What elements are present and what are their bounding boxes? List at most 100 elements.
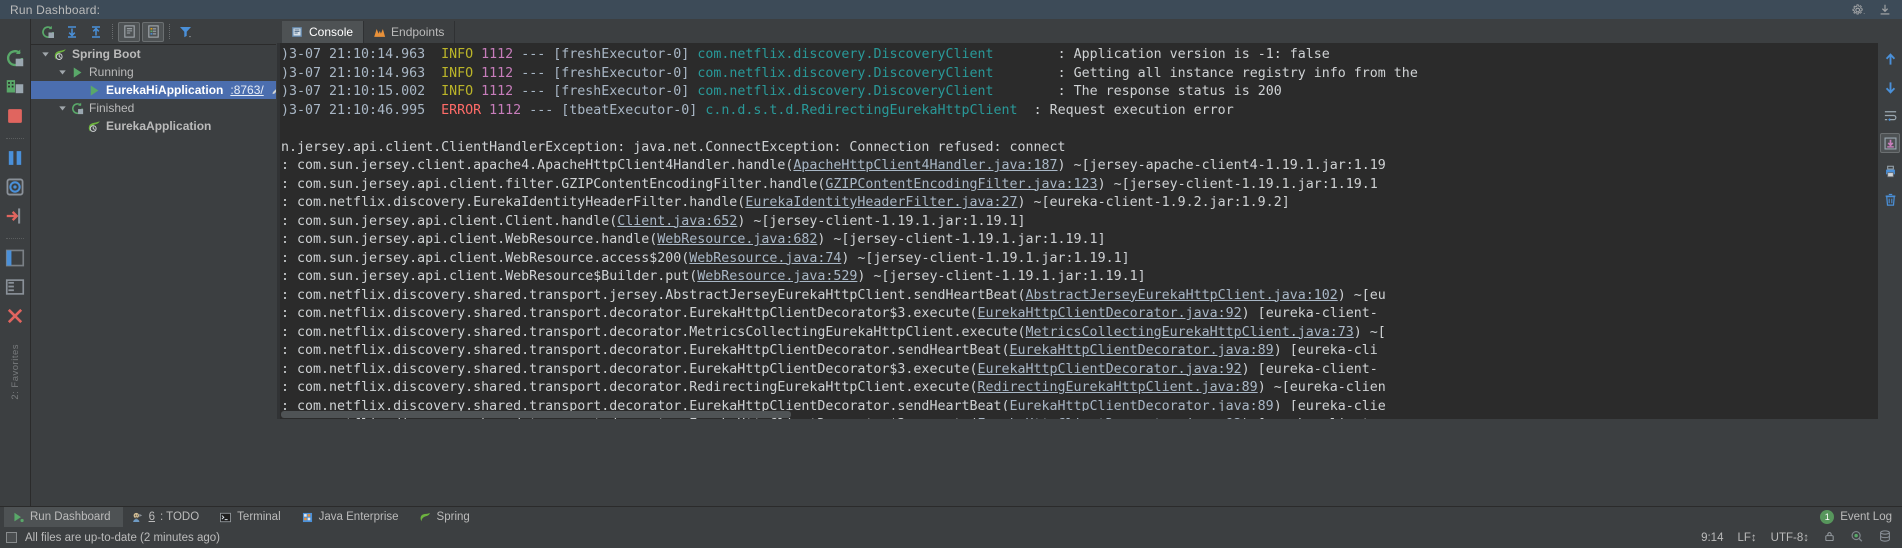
log-thread: [freshExecutor-0]	[553, 65, 698, 81]
tree-node-finished[interactable]: Finished	[31, 99, 276, 117]
tool-tab-label: Java Enterprise	[318, 511, 399, 523]
tool-tab-terminal[interactable]: Terminal	[211, 507, 292, 527]
collapse-all-icon[interactable]	[85, 22, 107, 42]
dump-threads-icon[interactable]	[4, 176, 26, 198]
print-icon[interactable]	[1880, 161, 1900, 181]
stack-trace-link[interactable]: MetricsCollectingEurekaHttpClient.java:7…	[1026, 325, 1354, 340]
stack-trace-line: : com.netflix.discovery.shared.transport…	[281, 361, 1877, 380]
scrollbar-thumb[interactable]	[281, 411, 791, 418]
build-icon[interactable]	[4, 76, 26, 98]
stop-icon[interactable]	[4, 105, 26, 127]
filter-icon[interactable]	[175, 22, 197, 42]
spring-leaf-icon	[419, 511, 432, 524]
stack-trace-line: : com.netflix.discovery.shared.transport…	[281, 305, 1877, 324]
chevron-down-icon[interactable]	[39, 45, 52, 63]
stack-trace-prefix: : com.netflix.discovery.shared.transport…	[281, 343, 1010, 358]
tree-node-spring-boot[interactable]: Spring Boot	[31, 45, 276, 63]
file-encoding[interactable]: UTF-8↕	[1771, 532, 1809, 544]
tree-node-eurekahiapplication[interactable]: EurekaHiApplication:8763/	[31, 81, 276, 99]
log-message: : Request execution error	[1033, 102, 1234, 118]
horizontal-scrollbar[interactable]	[281, 411, 1871, 418]
rerun-icon[interactable]	[4, 47, 26, 69]
run-dashboard-tree[interactable]: Spring Boot Running EurekaHiApplication:87…	[31, 44, 276, 419]
log-thread: [freshExecutor-0]	[553, 47, 698, 62]
stack-trace-suffix: ) ~[jersey-client-1.19.1.jar:1.19.1]	[841, 250, 1130, 266]
scroll-to-end-icon[interactable]	[1880, 133, 1900, 153]
close-icon[interactable]	[4, 305, 26, 327]
tool-tab-spring[interactable]: Spring	[411, 507, 482, 527]
stack-trace-link[interactable]: EurekaHttpClientDecorator.java:92	[977, 362, 1241, 377]
expand-all-icon[interactable]	[61, 22, 83, 42]
caret-position[interactable]: 9:14	[1701, 532, 1723, 544]
stack-trace-prefix: : com.sun.jersey.api.client.filter.GZIPC…	[281, 176, 826, 192]
chevron-down-icon[interactable]	[56, 63, 69, 81]
line-separator[interactable]: LF↕	[1737, 532, 1756, 544]
stack-trace-link[interactable]: RedirectingEurekaHttpClient.java:89	[977, 380, 1257, 395]
stack-trace-link[interactable]: AbstractJerseyEurekaHttpClient.java:102	[1026, 288, 1338, 303]
stack-trace-link[interactable]: EurekaHttpClientDecorator.java:92	[977, 306, 1241, 321]
stack-trace-link[interactable]: Client.java:652	[617, 214, 737, 229]
tree-node-label: Running	[89, 65, 134, 79]
tree-node-eurekaapplication[interactable]: EurekaApplication	[31, 117, 276, 135]
log-separator: ---	[513, 84, 554, 99]
log-message: : Application version is -1: false	[1057, 47, 1330, 62]
favorites-strip-label[interactable]: 2: Favorites	[10, 344, 21, 400]
pause-icon[interactable]	[4, 147, 26, 169]
chevron-down-icon[interactable]	[56, 99, 69, 117]
log-level: INFO	[441, 65, 474, 81]
console-icon	[290, 25, 304, 39]
stack-trace-prefix: : com.sun.jersey.api.client.WebResource$…	[281, 269, 698, 284]
status-toggle-icon[interactable]	[6, 532, 17, 543]
dashboard-toolbar	[31, 19, 276, 44]
lock-icon[interactable]	[1823, 530, 1836, 546]
tree-node-running[interactable]: Running	[31, 63, 276, 81]
database-icon[interactable]	[1878, 529, 1892, 546]
todo-icon	[131, 511, 144, 524]
log-message: : Getting all instance registry info fro…	[1057, 65, 1418, 81]
console-text[interactable]: )3-07 21:10:14.963 INFO 1112 --- [freshE…	[281, 46, 1877, 419]
show-console-icon[interactable]	[118, 21, 140, 42]
scroll-up-icon[interactable]	[1880, 49, 1900, 69]
hide-window-icon[interactable]	[1878, 3, 1892, 17]
console-gutter	[277, 43, 280, 419]
stack-trace-link[interactable]: WebResource.java:682	[657, 232, 817, 247]
stack-trace-link[interactable]: WebResource.java:529	[697, 269, 857, 284]
rerun-failed-icon[interactable]	[37, 22, 59, 42]
stack-trace-prefix: : com.netflix.discovery.shared.transport…	[281, 324, 1026, 340]
stack-trace-line: : com.sun.jersey.client.apache4.ApacheHt…	[281, 157, 1877, 176]
stack-trace-suffix: ) [eureka-client-	[1241, 361, 1378, 377]
exit-icon[interactable]	[4, 205, 26, 227]
show-configurations-icon[interactable]	[142, 21, 164, 42]
tool-tab-java-enterprise[interactable]: Java Enterprise	[293, 507, 411, 527]
console-output[interactable]: )3-07 21:10:14.963 INFO 1112 --- [freshE…	[277, 43, 1902, 419]
stack-trace-link[interactable]: GZIPContentEncodingFilter.java:123	[825, 177, 1097, 192]
event-log-area[interactable]: 1 Event Log	[1820, 510, 1902, 524]
terminal-icon	[219, 511, 232, 524]
log-line: )3-07 21:10:14.963 INFO 1112 --- [freshE…	[281, 46, 1877, 65]
java-enterprise-icon	[301, 511, 314, 524]
pencil-icon[interactable]	[270, 84, 276, 97]
stack-trace-link[interactable]: ApacheHttpClient4Handler.java:187	[793, 158, 1057, 173]
tab-console[interactable]: Console	[282, 21, 365, 43]
stack-trace-prefix: : com.sun.jersey.client.apache4.ApacheHt…	[281, 158, 794, 173]
stack-trace-link[interactable]: EurekaHttpClientDecorator.java:89	[1010, 343, 1274, 358]
stack-trace-suffix: ) ~[jersey-client-1.19.1.jar:1.19.1]	[857, 269, 1146, 284]
inspection-icon[interactable]	[1850, 529, 1864, 546]
console-view-icon[interactable]	[4, 247, 26, 269]
exception-header: n.jersey.api.client.ClientHandlerExcepti…	[281, 139, 1877, 158]
tree-node-port-link[interactable]: :8763/	[230, 83, 263, 97]
layout-icon[interactable]	[4, 276, 26, 298]
stack-trace-link[interactable]: EurekaIdentityHeaderFilter.java:27	[745, 195, 1017, 210]
soft-wrap-icon[interactable]	[1880, 105, 1900, 125]
gear-dropdown-icon[interactable]	[1852, 3, 1866, 17]
event-log-label[interactable]: Event Log	[1840, 511, 1892, 523]
tool-tab-run-dashboard[interactable]: Run Dashboard	[4, 507, 123, 527]
scroll-down-icon[interactable]	[1880, 77, 1900, 97]
tool-tab--todo[interactable]: 6: TODO	[123, 507, 212, 527]
tab-endpoints[interactable]: Endpoints	[364, 21, 456, 43]
event-log-badge-icon: 1	[1820, 510, 1835, 524]
stack-trace-link[interactable]: WebResource.java:74	[689, 251, 841, 266]
clear-all-icon[interactable]	[1880, 189, 1900, 209]
rerun-circle-icon	[69, 100, 85, 116]
